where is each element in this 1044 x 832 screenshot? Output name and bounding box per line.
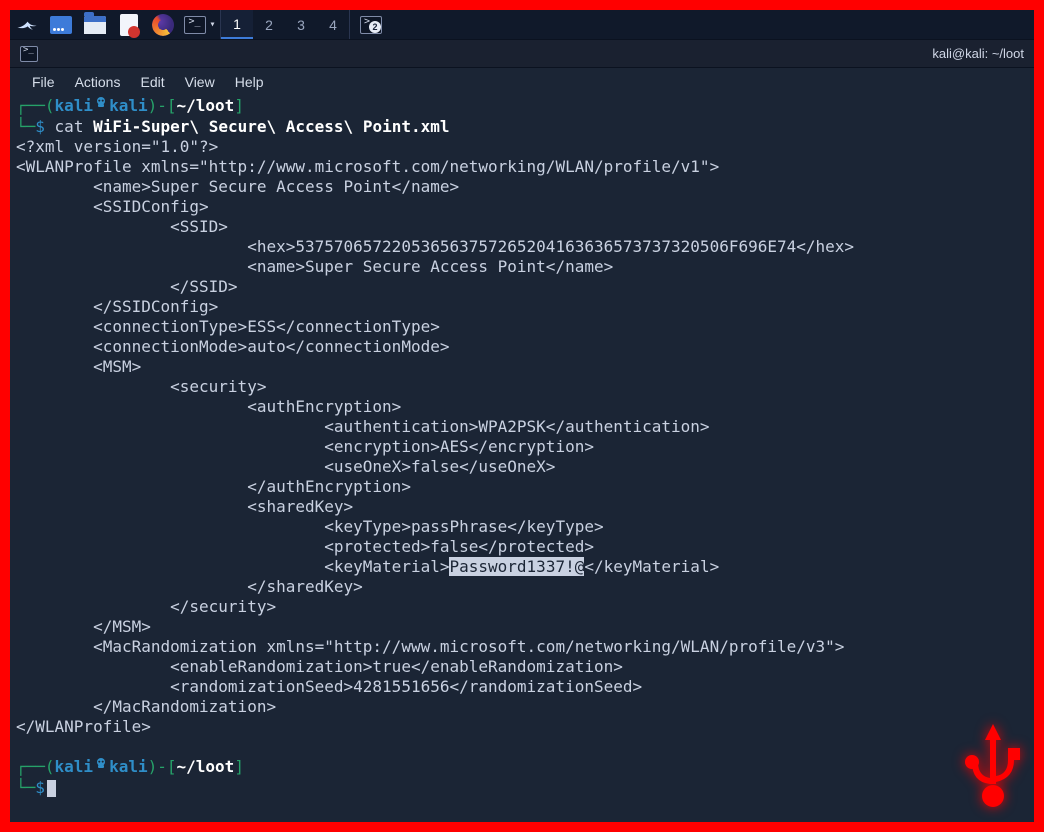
output-line: </SSID> <box>16 277 238 296</box>
output-line: </security> <box>16 597 276 616</box>
menu-actions[interactable]: Actions <box>67 71 129 93</box>
output-line: </MacRandomization> <box>16 697 276 716</box>
output-line: <MacRandomization xmlns="http://www.micr… <box>16 637 844 656</box>
output-line: <randomizationSeed>4281551656</randomiza… <box>16 677 642 696</box>
output-line: <sharedKey> <box>16 497 353 516</box>
output-line: <protected>false</protected> <box>16 537 594 556</box>
menu-view[interactable]: View <box>177 71 223 93</box>
output-line: <hex>53757065722053656375726520416363657… <box>16 237 854 256</box>
output-line: <encryption>AES</encryption> <box>16 437 594 456</box>
workspace-2[interactable]: 2 <box>253 10 285 39</box>
window-app-icon <box>20 46 38 62</box>
menu-file[interactable]: File <box>24 71 63 93</box>
prompt-line-1: ┌──(kalikali)-[~/loot] <box>16 96 1028 117</box>
output-line: <MSM> <box>16 357 141 376</box>
menu-help[interactable]: Help <box>227 71 272 93</box>
file-manager-icon[interactable] <box>78 10 112 39</box>
window-title: kali@kali: ~/loot <box>932 46 1024 61</box>
usb-logo-icon <box>958 722 1028 816</box>
output-line: <WLANProfile xmlns="http://www.microsoft… <box>16 157 719 176</box>
menu-edit[interactable]: Edit <box>132 71 172 93</box>
terminal-task-icon[interactable]: 2 <box>350 10 392 39</box>
output-line: <?xml version="1.0"?> <box>16 137 218 156</box>
output-line: <connectionType>ESS</connectionType> <box>16 317 440 336</box>
output-line: <security> <box>16 377 266 396</box>
window-titlebar[interactable]: kali@kali: ~/loot <box>10 40 1034 68</box>
workspace-3[interactable]: 3 <box>285 10 317 39</box>
workspace-4[interactable]: 4 <box>317 10 349 39</box>
output-line: <authEncryption> <box>16 397 401 416</box>
command-line: └─$ cat WiFi-Super\ Secure\ Access\ Poin… <box>16 117 1028 137</box>
menubar: File Actions Edit View Help <box>10 68 1034 96</box>
output-line: <connectionMode>auto</connectionMode> <box>16 337 449 356</box>
firefox-icon[interactable] <box>146 10 180 39</box>
output-line: </sharedKey> <box>16 577 363 596</box>
output-line: <authentication>WPA2PSK</authentication> <box>16 417 710 436</box>
highlighted-password: Password1337!@ <box>449 557 584 576</box>
output-line: </MSM> <box>16 617 151 636</box>
desktop-frame: ▾ 1 2 3 4 2 kali@kali: ~/loot File Actio… <box>10 10 1034 822</box>
output-line: </SSIDConfig> <box>16 297 218 316</box>
output-line: <SSID> <box>16 217 228 236</box>
output-line: </authEncryption> <box>16 477 411 496</box>
terminal-cursor <box>47 780 56 797</box>
workspace-1[interactable]: 1 <box>221 10 253 39</box>
text-editor-icon[interactable] <box>112 10 146 39</box>
output-line: <keyMaterial>Password1337!@</keyMaterial… <box>16 557 719 576</box>
output-line: <useOneX>false</useOneX> <box>16 457 555 476</box>
kali-menu-icon[interactable] <box>10 10 44 39</box>
prompt-input-line[interactable]: └─$ <box>16 778 1028 798</box>
output-line: <SSIDConfig> <box>16 197 209 216</box>
output-line: <name>Super Secure Access Point</name> <box>16 177 459 196</box>
terminal-launcher-icon[interactable]: ▾ <box>180 10 220 39</box>
output-line: <enableRandomization>true</enableRandomi… <box>16 657 623 676</box>
prompt-line-2: ┌──(kalikali)-[~/loot] <box>16 757 1028 778</box>
show-desktop-icon[interactable] <box>44 10 78 39</box>
terminal-badge: 2 <box>369 21 381 33</box>
taskbar: ▾ 1 2 3 4 2 <box>10 10 1034 40</box>
output-line: <keyType>passPhrase</keyType> <box>16 517 604 536</box>
output-line: <name>Super Secure Access Point</name> <box>16 257 613 276</box>
terminal-body[interactable]: ┌──(kalikali)-[~/loot]└─$ cat WiFi-Super… <box>10 96 1034 822</box>
output-line: </WLANProfile> <box>16 717 151 736</box>
